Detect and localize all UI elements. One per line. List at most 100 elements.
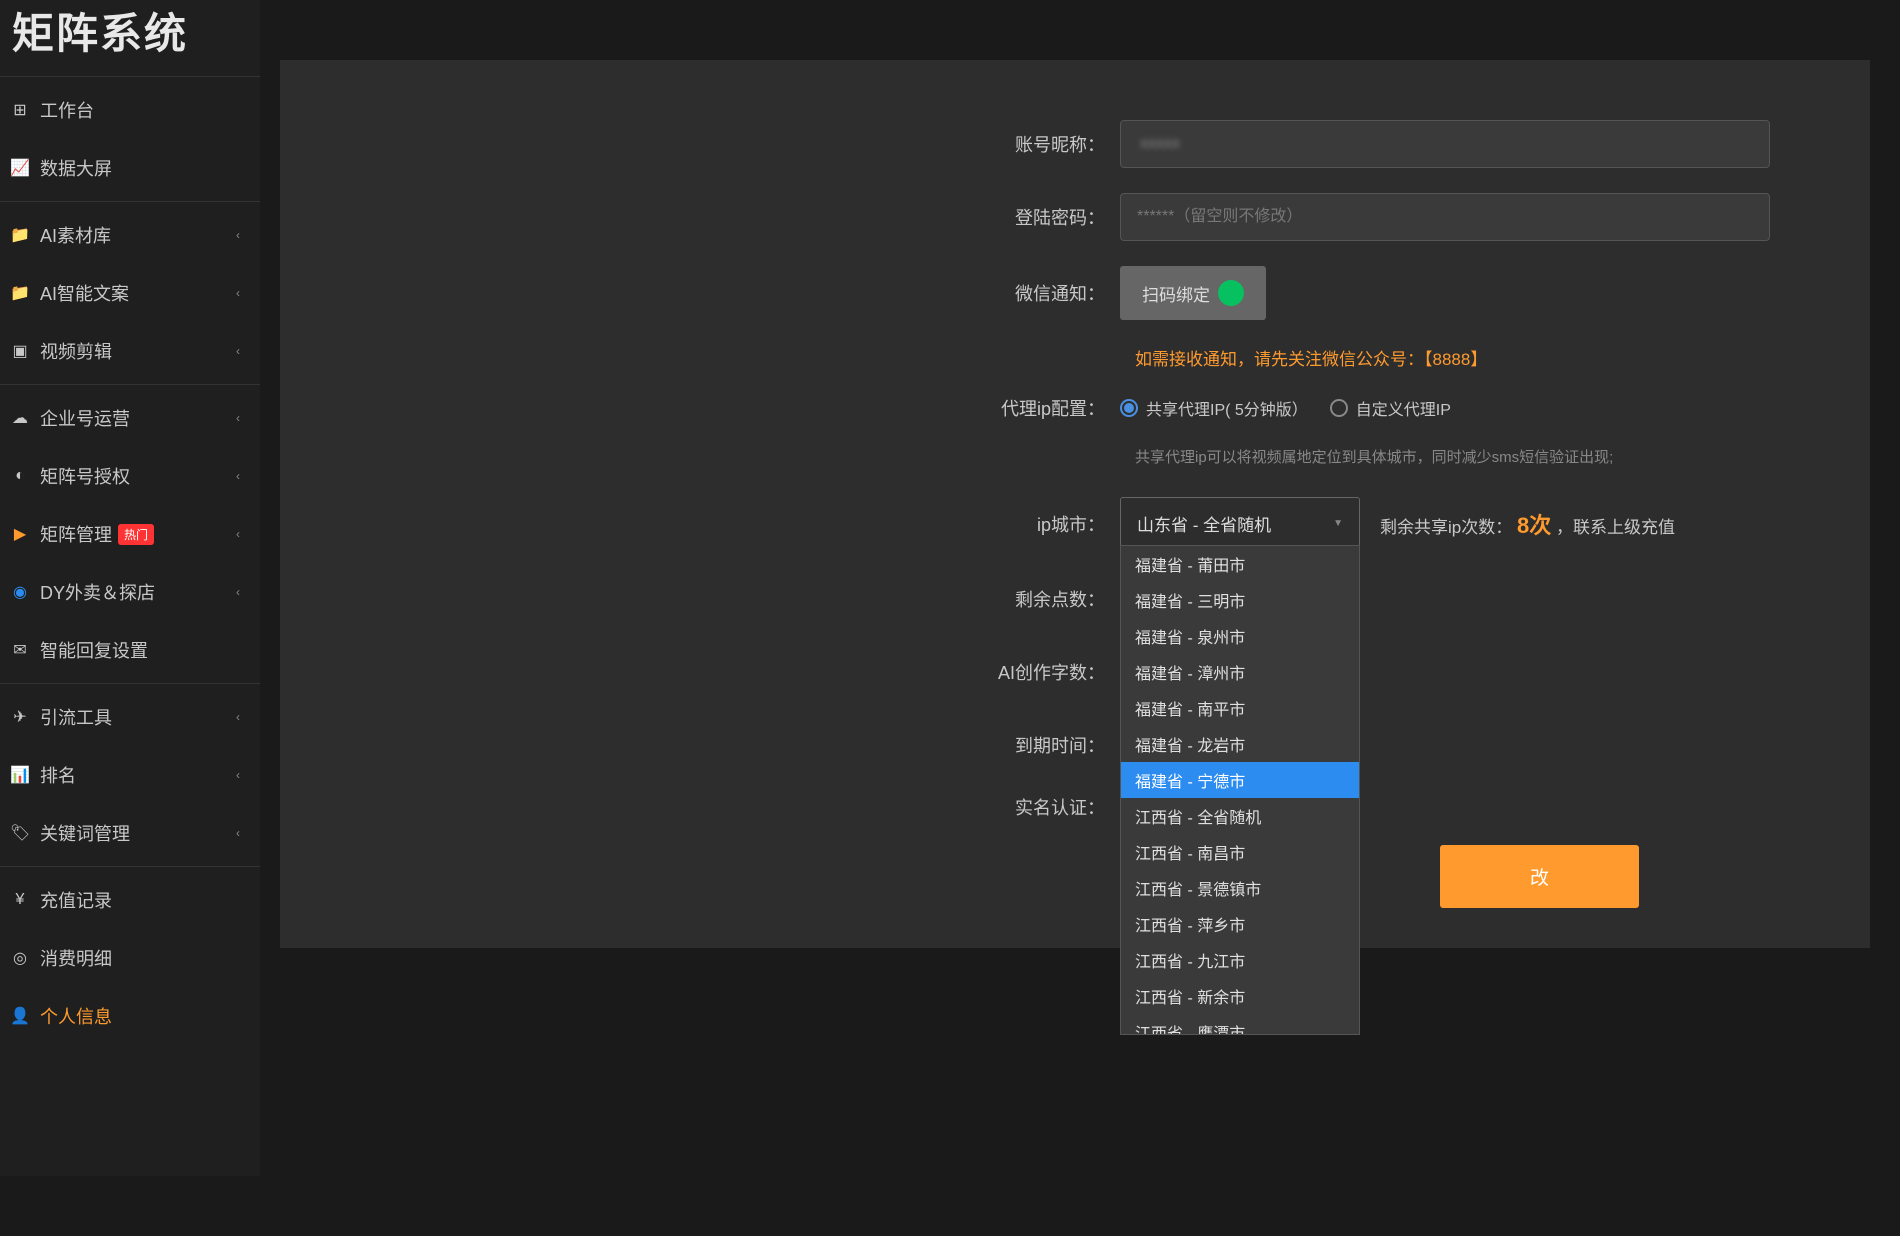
city-option[interactable]: 福建省 - 龙岩市 bbox=[1121, 726, 1359, 762]
sidebar-item-dashboard[interactable]: 📈 数据大屏 bbox=[0, 139, 260, 197]
rank-icon: 📊 bbox=[10, 765, 30, 785]
sidebar-item-ai-materials[interactable]: 📁 AI素材库 ‹ bbox=[0, 206, 260, 264]
city-option[interactable]: 福建省 - 宁德市 bbox=[1121, 762, 1359, 798]
chevron-left-icon: ‹ bbox=[236, 527, 240, 541]
city-option[interactable]: 福建省 - 莆田市 bbox=[1121, 546, 1359, 582]
chevron-left-icon: ‹ bbox=[236, 710, 240, 724]
store-icon: ◉ bbox=[10, 582, 30, 602]
doc-icon: ◎ bbox=[10, 948, 30, 968]
city-label: ip城市： bbox=[320, 511, 1120, 537]
chevron-left-icon: ‹ bbox=[236, 286, 240, 300]
proxy-helper-text: 共享代理ip可以将视频属地定位到具体城市，同时减少sms短信验证出现; bbox=[1135, 446, 1830, 467]
radio-unchecked-icon bbox=[1330, 399, 1348, 417]
radio-checked-icon bbox=[1120, 399, 1138, 417]
ip-remaining-label: 剩余共享ip次数： bbox=[1380, 518, 1512, 537]
sidebar-item-label: 个人信息 bbox=[40, 1003, 112, 1029]
yen-icon: ¥ bbox=[10, 890, 30, 910]
grid-icon: ⊞ bbox=[10, 100, 30, 120]
ip-remaining-suffix: ，联系上级充值 bbox=[1556, 518, 1675, 537]
points-label: 剩余点数： bbox=[320, 586, 1120, 612]
sidebar-item-keywords[interactable]: 🏷 关键词管理 ‹ bbox=[0, 804, 260, 862]
sidebar-item-matrix-manage[interactable]: ▶ 矩阵管理 热门 ‹ bbox=[0, 505, 260, 563]
video-icon: ▣ bbox=[10, 341, 30, 361]
proxy-label: 代理ip配置： bbox=[320, 395, 1120, 421]
city-option[interactable]: 江西省 - 景德镇市 bbox=[1121, 870, 1359, 906]
chevron-left-icon: ‹ bbox=[236, 585, 240, 599]
city-option[interactable]: 江西省 - 南昌市 bbox=[1121, 834, 1359, 870]
city-option[interactable]: 福建省 - 三明市 bbox=[1121, 582, 1359, 618]
chevron-left-icon: ‹ bbox=[236, 344, 240, 358]
chevron-left-icon: ‹ bbox=[236, 228, 240, 242]
sidebar-item-consumption[interactable]: ◎ 消费明细 bbox=[0, 929, 260, 987]
realname-label: 实名认证： bbox=[320, 794, 1120, 820]
chevron-left-icon: ‹ bbox=[236, 826, 240, 840]
folder-icon: 📁 bbox=[10, 283, 30, 303]
ip-remaining-info: 剩余共享ip次数： 8次 ，联系上级充值 bbox=[1380, 508, 1675, 540]
sidebar-item-label: 数据大屏 bbox=[40, 155, 112, 181]
play-icon: ▶ bbox=[10, 524, 30, 544]
city-option[interactable]: 福建省 - 南平市 bbox=[1121, 690, 1359, 726]
sidebar-item-label: 企业号运营 bbox=[40, 405, 130, 431]
chevron-left-icon: ‹ bbox=[236, 768, 240, 782]
sidebar-item-label: 矩阵号授权 bbox=[40, 463, 130, 489]
sidebar-item-profile[interactable]: 👤 个人信息 bbox=[0, 987, 260, 1045]
sidebar-item-enterprise[interactable]: ☁ 企业号运营 ‹ bbox=[0, 389, 260, 447]
wechat-label: 微信通知： bbox=[320, 280, 1120, 306]
folder-icon: 📁 bbox=[10, 225, 30, 245]
submit-button[interactable]: 改 bbox=[1440, 845, 1639, 908]
main-content: 账号昵称： xxxxx 登陆密码： 微信通知： 扫码绑定 如需接收通知，请先关注… bbox=[280, 60, 1870, 948]
sidebar-item-label: AI智能文案 bbox=[40, 280, 129, 306]
city-option[interactable]: 江西省 - 新余市 bbox=[1121, 978, 1359, 1014]
sidebar-item-ranking[interactable]: 📊 排名 ‹ bbox=[0, 746, 260, 804]
sidebar: 矩阵系统 ⊞ 工作台 📈 数据大屏 📁 AI素材库 ‹ 📁 AI智能文案 ‹ ▣… bbox=[0, 0, 260, 1176]
sidebar-item-label: 消费明细 bbox=[40, 945, 112, 971]
sidebar-item-workbench[interactable]: ⊞ 工作台 bbox=[0, 81, 260, 139]
sidebar-item-label: 视频剪辑 bbox=[40, 338, 112, 364]
city-option[interactable]: 福建省 - 泉州市 bbox=[1121, 618, 1359, 654]
chevron-left-icon: ‹ bbox=[236, 411, 240, 425]
ai-words-label: AI创作字数： bbox=[320, 659, 1120, 685]
dropdown-arrow-icon: ▼ bbox=[1333, 518, 1343, 529]
password-input[interactable] bbox=[1120, 193, 1770, 241]
wechat-icon bbox=[1218, 280, 1244, 306]
tag-icon: 🏷 bbox=[10, 823, 30, 843]
nickname-input[interactable] bbox=[1120, 120, 1770, 168]
city-selected-value: 山东省 - 全省随机 bbox=[1137, 511, 1271, 536]
city-option[interactable]: 江西省 - 全省随机 bbox=[1121, 798, 1359, 834]
city-option[interactable]: 江西省 - 萍乡市 bbox=[1121, 906, 1359, 942]
radio-label: 自定义代理IP bbox=[1356, 396, 1451, 420]
radio-label: 共享代理IP( 5分钟版） bbox=[1146, 396, 1308, 420]
sidebar-item-ai-copywriting[interactable]: 📁 AI智能文案 ‹ bbox=[0, 264, 260, 322]
city-dropdown-list: 福建省 - 莆田市福建省 - 三明市福建省 - 泉州市福建省 - 漳州市福建省 … bbox=[1120, 545, 1360, 1035]
nickname-label: 账号昵称： bbox=[320, 131, 1120, 157]
sidebar-item-label: 排名 bbox=[40, 762, 76, 788]
chevron-left-icon: ‹ bbox=[236, 469, 240, 483]
sidebar-item-dy-takeout[interactable]: ◉ DY外卖＆探店 ‹ bbox=[0, 563, 260, 621]
sidebar-item-label: 引流工具 bbox=[40, 704, 112, 730]
cloud-icon: ☁ bbox=[10, 408, 30, 428]
sidebar-item-matrix-auth[interactable]: ◐ 矩阵号授权 ‹ bbox=[0, 447, 260, 505]
wechat-bind-button[interactable]: 扫码绑定 bbox=[1120, 266, 1266, 320]
mail-icon: ✉ bbox=[10, 640, 30, 660]
password-label: 登陆密码： bbox=[320, 204, 1120, 230]
sidebar-item-recharge[interactable]: ¥ 充值记录 bbox=[0, 871, 260, 929]
sidebar-item-label: AI素材库 bbox=[40, 222, 111, 248]
city-option[interactable]: 福建省 - 漳州市 bbox=[1121, 654, 1359, 690]
proxy-radio-shared[interactable]: 共享代理IP( 5分钟版） bbox=[1120, 396, 1308, 420]
city-select[interactable]: 山东省 - 全省随机 ▼ bbox=[1120, 497, 1360, 550]
city-option[interactable]: 江西省 - 九江市 bbox=[1121, 942, 1359, 978]
sidebar-item-label: 工作台 bbox=[40, 97, 94, 123]
sidebar-item-label: 关键词管理 bbox=[40, 820, 130, 846]
sidebar-item-drainage[interactable]: ✈ 引流工具 ‹ bbox=[0, 688, 260, 746]
sidebar-item-label: 充值记录 bbox=[40, 887, 112, 913]
proxy-radio-custom[interactable]: 自定义代理IP bbox=[1330, 396, 1451, 420]
sidebar-item-video-editing[interactable]: ▣ 视频剪辑 ‹ bbox=[0, 322, 260, 380]
chart-icon: 📈 bbox=[10, 158, 30, 178]
wechat-bind-label: 扫码绑定 bbox=[1142, 281, 1210, 306]
sidebar-item-smart-reply[interactable]: ✉ 智能回复设置 bbox=[0, 621, 260, 679]
key-icon: ◐ bbox=[10, 466, 30, 486]
city-option[interactable]: 江西省 - 鹰潭市 bbox=[1121, 1014, 1359, 1035]
sidebar-item-label: 智能回复设置 bbox=[40, 637, 148, 663]
sidebar-item-label: DY外卖＆探店 bbox=[40, 579, 155, 605]
user-icon: 👤 bbox=[10, 1006, 30, 1026]
